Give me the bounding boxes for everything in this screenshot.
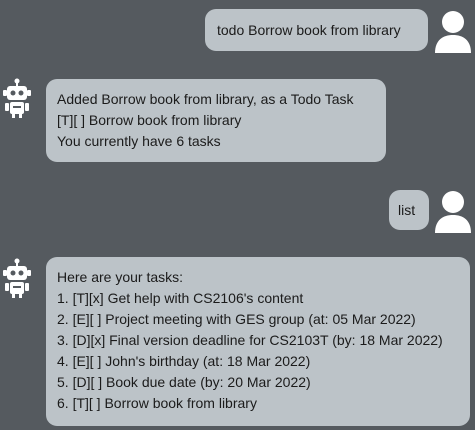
- bot-message-bubble: Added Borrow book from library, as a Tod…: [46, 79, 386, 162]
- message-line: [T][ ] Borrow book from library: [57, 112, 242, 128]
- task-item: 6. [T][ ] Borrow book from library: [57, 395, 257, 411]
- message-line: Added Borrow book from library, as a Tod…: [57, 91, 354, 107]
- chat-window: todo Borrow book from library Added Borr…: [0, 0, 475, 430]
- bot-message-bubble: Here are your tasks: 1. [T][x] Get help …: [46, 257, 470, 426]
- robot-icon: [2, 78, 32, 118]
- task-item: 1. [T][x] Get help with CS2106's content: [57, 290, 304, 306]
- task-item: 2. [E][ ] Project meeting with GES group…: [57, 311, 416, 327]
- message-line: You currently have 6 tasks: [57, 133, 221, 149]
- task-item: 5. [D][ ] Book due date (by: 20 Mar 2022…: [57, 374, 311, 390]
- user-icon: [433, 7, 473, 53]
- message-line: Here are your tasks:: [57, 269, 184, 285]
- user-message-bubble: list: [389, 190, 429, 230]
- message-line: todo Borrow book from library: [217, 22, 401, 38]
- message-line: list: [398, 202, 416, 218]
- user-icon: [433, 187, 473, 233]
- task-item: 4. [E][ ] John's birthday (at: 18 Mar 20…: [57, 353, 311, 369]
- robot-icon: [2, 258, 32, 298]
- task-item: 3. [D][x] Final version deadline for CS2…: [57, 332, 443, 348]
- user-message-bubble: todo Borrow book from library: [205, 9, 428, 51]
